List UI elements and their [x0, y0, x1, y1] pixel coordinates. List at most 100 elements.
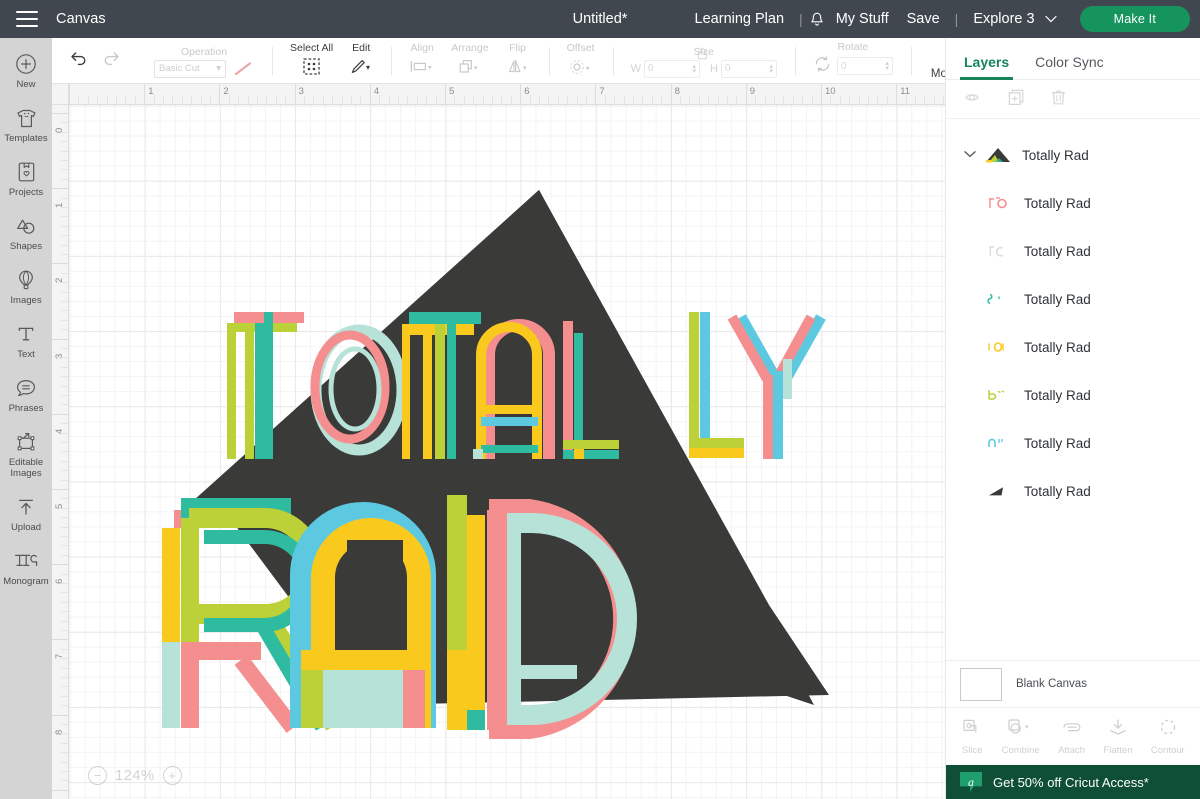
- width-field[interactable]: W 0 ▴ ▾: [631, 59, 700, 78]
- offset-button[interactable]: Offset ▾: [559, 42, 603, 84]
- svg-text:▾: ▾: [366, 63, 370, 72]
- attach-button[interactable]: Attach: [1058, 717, 1085, 756]
- ruler-minor-tick: [163, 95, 164, 104]
- select-all-button[interactable]: Select All: [282, 42, 341, 84]
- layers-list[interactable]: Totally Rad Totally Rad Totally Rad Tota…: [946, 119, 1200, 669]
- blank-canvas-row[interactable]: Blank Canvas: [946, 660, 1200, 707]
- learning-plan-link[interactable]: Learning Plan: [686, 11, 794, 27]
- rotate-label: Rotate: [837, 40, 869, 53]
- ruler-minor-tick: [661, 95, 663, 104]
- operation-select[interactable]: Basic Cut ▾: [154, 59, 226, 78]
- sidebar-item-label: Text: [17, 349, 35, 360]
- trash-icon[interactable]: [1050, 88, 1067, 111]
- zoom-in-button[interactable]: +: [162, 766, 182, 785]
- svg-text:▾: ▾: [523, 65, 527, 72]
- sidebar-item-upload[interactable]: Upload: [0, 487, 52, 541]
- sidebar-item-new[interactable]: New: [0, 44, 52, 98]
- top-bar-separator-1: |: [799, 11, 803, 27]
- rotate-icon[interactable]: [813, 55, 832, 78]
- lock-icon[interactable]: [696, 46, 709, 66]
- rotate-input[interactable]: 0 ▴ ▾: [836, 57, 893, 75]
- tab-layers[interactable]: Layers: [959, 54, 1014, 80]
- sidebar-item-text[interactable]: Text: [0, 314, 52, 368]
- combine-button[interactable]: ▾ Combine: [1002, 717, 1040, 756]
- canvas-label[interactable]: Canvas: [56, 11, 106, 27]
- layer-thumbnail: [984, 236, 1014, 266]
- ruler-minor-tick: [191, 95, 193, 104]
- arrange-button[interactable]: Arrange ▾: [443, 42, 496, 84]
- ruler-minor-tick: [905, 95, 907, 104]
- slice-button[interactable]: Slice: [961, 717, 983, 756]
- bell-icon[interactable]: [809, 11, 825, 28]
- save-button[interactable]: Save: [898, 11, 949, 27]
- zoom-out-button[interactable]: −: [88, 766, 107, 785]
- text-t-icon: [2, 321, 50, 347]
- canvas-area[interactable]: 1 2 3 4 5 6 7 8 9 10 11 012345678 − 124% +: [52, 84, 945, 799]
- contour-button[interactable]: Contour: [1151, 717, 1185, 756]
- sidebar-item-monogram[interactable]: Monogram: [0, 541, 52, 595]
- ruler-minor-tick: [61, 451, 68, 453]
- combine-icon: ▾: [1006, 717, 1036, 742]
- width-input[interactable]: 0 ▴ ▾: [643, 59, 700, 78]
- ruler-minor-tick: [473, 95, 475, 104]
- ruler-tick: [52, 113, 68, 114]
- sidebar-item-templates[interactable]: Templates: [0, 98, 52, 152]
- sidebar-item-editable-images[interactable]: Editable Images: [0, 422, 52, 487]
- my-stuff-link[interactable]: My Stuff: [827, 11, 898, 27]
- zoom-control[interactable]: − 124% +: [88, 766, 182, 785]
- sidebar-item-images[interactable]: Images: [0, 260, 52, 314]
- redo-icon[interactable]: [102, 50, 122, 71]
- ruler-minor-tick: [811, 95, 813, 104]
- make-it-button[interactable]: Make It: [1079, 6, 1190, 32]
- undo-icon[interactable]: [68, 50, 88, 71]
- list-item[interactable]: Totally Rad: [946, 467, 1200, 515]
- machine-selector[interactable]: Explore 3: [964, 11, 1065, 27]
- visibility-group-icon[interactable]: [964, 88, 983, 111]
- list-item[interactable]: Totally Rad: [946, 275, 1200, 323]
- height-field[interactable]: H 0 ▴ ▾: [710, 59, 777, 78]
- monogram-icon: [2, 548, 50, 574]
- flip-button[interactable]: Flip ▾: [497, 42, 539, 84]
- layer-group-row[interactable]: Totally Rad: [946, 131, 1200, 179]
- ruler-minor-tick: [61, 329, 68, 331]
- rotate-stepper-icon[interactable]: ▴ ▾: [885, 60, 889, 72]
- ruler-minor-tick: [61, 742, 68, 744]
- sidebar-item-phrases[interactable]: Phrases: [0, 368, 52, 422]
- ruler-minor-tick: [61, 216, 68, 218]
- ruler-minor-tick: [576, 95, 578, 104]
- list-item[interactable]: Totally Rad: [946, 227, 1200, 275]
- list-item[interactable]: Totally Rad: [946, 179, 1200, 227]
- sidebar-item-label: Templates: [4, 133, 48, 144]
- list-item[interactable]: Totally Rad: [946, 323, 1200, 371]
- ruler-tick: [52, 188, 68, 190]
- layer-name: Totally Rad: [1024, 291, 1091, 307]
- edit-button[interactable]: Edit ▾: [341, 42, 381, 84]
- blank-canvas-swatch[interactable]: [960, 667, 1002, 701]
- height-stepper-icon[interactable]: ▴ ▾: [769, 63, 773, 75]
- list-item[interactable]: Totally Rad: [946, 419, 1200, 467]
- duplicate-icon[interactable]: [1007, 88, 1026, 111]
- ruler-minor-tick: [341, 95, 343, 104]
- rotate-control[interactable]: Rotate 0 ▴ ▾: [805, 41, 901, 84]
- tab-color-sync[interactable]: Color Sync: [1035, 54, 1103, 79]
- ruler-minor-tick: [78, 95, 80, 104]
- operation-control[interactable]: Operation Basic Cut ▾: [146, 46, 262, 84]
- ruler-minor-tick: [61, 677, 68, 678]
- sidebar-item-projects[interactable]: Projects: [0, 152, 52, 206]
- sidebar-item-shapes[interactable]: Shapes: [0, 206, 52, 260]
- hamburger-menu-icon[interactable]: [16, 11, 38, 27]
- chevron-down-icon[interactable]: [958, 149, 982, 161]
- align-button[interactable]: Align ▾: [401, 42, 443, 84]
- color-swatch-icon[interactable]: [232, 60, 254, 78]
- height-input[interactable]: 0 ▴ ▾: [720, 59, 777, 78]
- operation-field[interactable]: Basic Cut ▾: [154, 59, 254, 78]
- artwork-totally-rad[interactable]: [69, 105, 945, 799]
- arrange-icon: ▾: [457, 56, 483, 78]
- list-item[interactable]: Totally Rad: [946, 371, 1200, 419]
- ruler-minor-tick: [351, 95, 352, 104]
- flatten-button[interactable]: Flatten: [1103, 717, 1132, 756]
- ruler-minor-tick: [247, 95, 249, 104]
- cricut-access-promo-banner[interactable]: a Get 50% off Cricut Access*: [946, 765, 1200, 799]
- ruler-minor-tick: [61, 536, 68, 537]
- ruler-minor-tick: [61, 620, 68, 622]
